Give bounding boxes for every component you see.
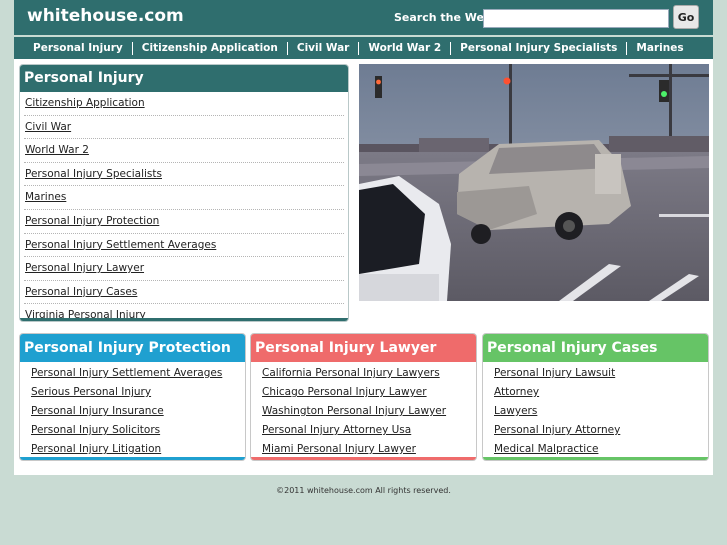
panel-link[interactable]: Personal Injury Lawyer bbox=[24, 257, 344, 281]
panel-link[interactable]: Civil War bbox=[24, 116, 344, 140]
panel-link[interactable]: Personal Injury Settlement Averages bbox=[24, 234, 344, 258]
panel-link[interactable]: World War 2 bbox=[24, 139, 344, 163]
box-link[interactable]: Personal Injury Settlement Averages bbox=[31, 364, 245, 383]
box-footer-bar bbox=[20, 457, 245, 460]
panel-link[interactable]: Citizenship Application bbox=[24, 92, 344, 116]
nav-item-marines[interactable]: Marines bbox=[626, 41, 692, 55]
box-personal-injury-lawyer: Personal Injury Lawyer California Person… bbox=[250, 333, 477, 461]
top-nav: Personal Injury Citizenship Application … bbox=[14, 37, 713, 59]
box-title: Personal Injury Protection bbox=[20, 334, 245, 362]
link-boxes: Personal Injury Protection Personal Inju… bbox=[19, 333, 709, 461]
panel-link[interactable]: Personal Injury Protection bbox=[24, 210, 344, 234]
box-link[interactable]: Serious Personal Injury bbox=[31, 383, 245, 402]
box-link[interactable]: Personal Injury Lawsuit bbox=[494, 364, 708, 383]
box-title: Personal Injury Cases bbox=[483, 334, 708, 362]
panel-footer-bar bbox=[20, 318, 348, 321]
box-footer-bar bbox=[483, 457, 708, 460]
main-link-panel: Personal Injury Citizenship Application … bbox=[19, 64, 349, 322]
box-link[interactable]: Chicago Personal Injury Lawyer bbox=[262, 383, 476, 402]
panel-link[interactable]: Personal Injury Cases bbox=[24, 281, 344, 305]
car-crash-photo bbox=[359, 64, 709, 301]
box-link[interactable]: California Personal Injury Lawyers bbox=[262, 364, 476, 383]
box-link[interactable]: Attorney bbox=[494, 383, 708, 402]
search-label: Search the Web: bbox=[394, 11, 497, 24]
nav-item-personal-injury[interactable]: Personal Injury bbox=[22, 42, 132, 55]
nav-item-personal-injury-specialists[interactable]: Personal Injury Specialists bbox=[450, 41, 626, 55]
content-area: Personal Injury Citizenship Application … bbox=[14, 59, 713, 475]
box-personal-injury-cases: Personal Injury Cases Personal Injury La… bbox=[482, 333, 709, 461]
nav-item-world-war-2[interactable]: World War 2 bbox=[358, 41, 450, 55]
search-input[interactable] bbox=[483, 9, 669, 28]
site-logo[interactable]: whitehouse.com bbox=[27, 6, 184, 26]
box-link[interactable]: Lawyers bbox=[494, 402, 708, 421]
box-link[interactable]: Washington Personal Injury Lawyer bbox=[262, 402, 476, 421]
panel-link[interactable]: Personal Injury Specialists bbox=[24, 163, 344, 187]
box-personal-injury-protection: Personal Injury Protection Personal Inju… bbox=[19, 333, 246, 461]
box-title: Personal Injury Lawyer bbox=[251, 334, 476, 362]
nav-item-citizenship-application[interactable]: Citizenship Application bbox=[131, 41, 287, 55]
box-link[interactable]: Personal Injury Attorney bbox=[494, 421, 708, 440]
panel-link-list: Citizenship Application Civil War World … bbox=[20, 92, 348, 321]
copyright-footer: ©2011 whitehouse.com All rights reserved… bbox=[276, 486, 451, 495]
panel-title: Personal Injury bbox=[20, 65, 348, 92]
box-link[interactable]: Personal Injury Attorney Usa bbox=[262, 421, 476, 440]
box-link[interactable]: Personal Injury Solicitors bbox=[31, 421, 245, 440]
box-link[interactable]: Personal Injury Insurance bbox=[31, 402, 245, 421]
panel-link[interactable]: Marines bbox=[24, 186, 344, 210]
site-header: whitehouse.com Search the Web: Go bbox=[14, 0, 713, 35]
nav-item-civil-war[interactable]: Civil War bbox=[286, 41, 358, 55]
box-footer-bar bbox=[251, 457, 476, 460]
go-button[interactable]: Go bbox=[673, 5, 699, 29]
